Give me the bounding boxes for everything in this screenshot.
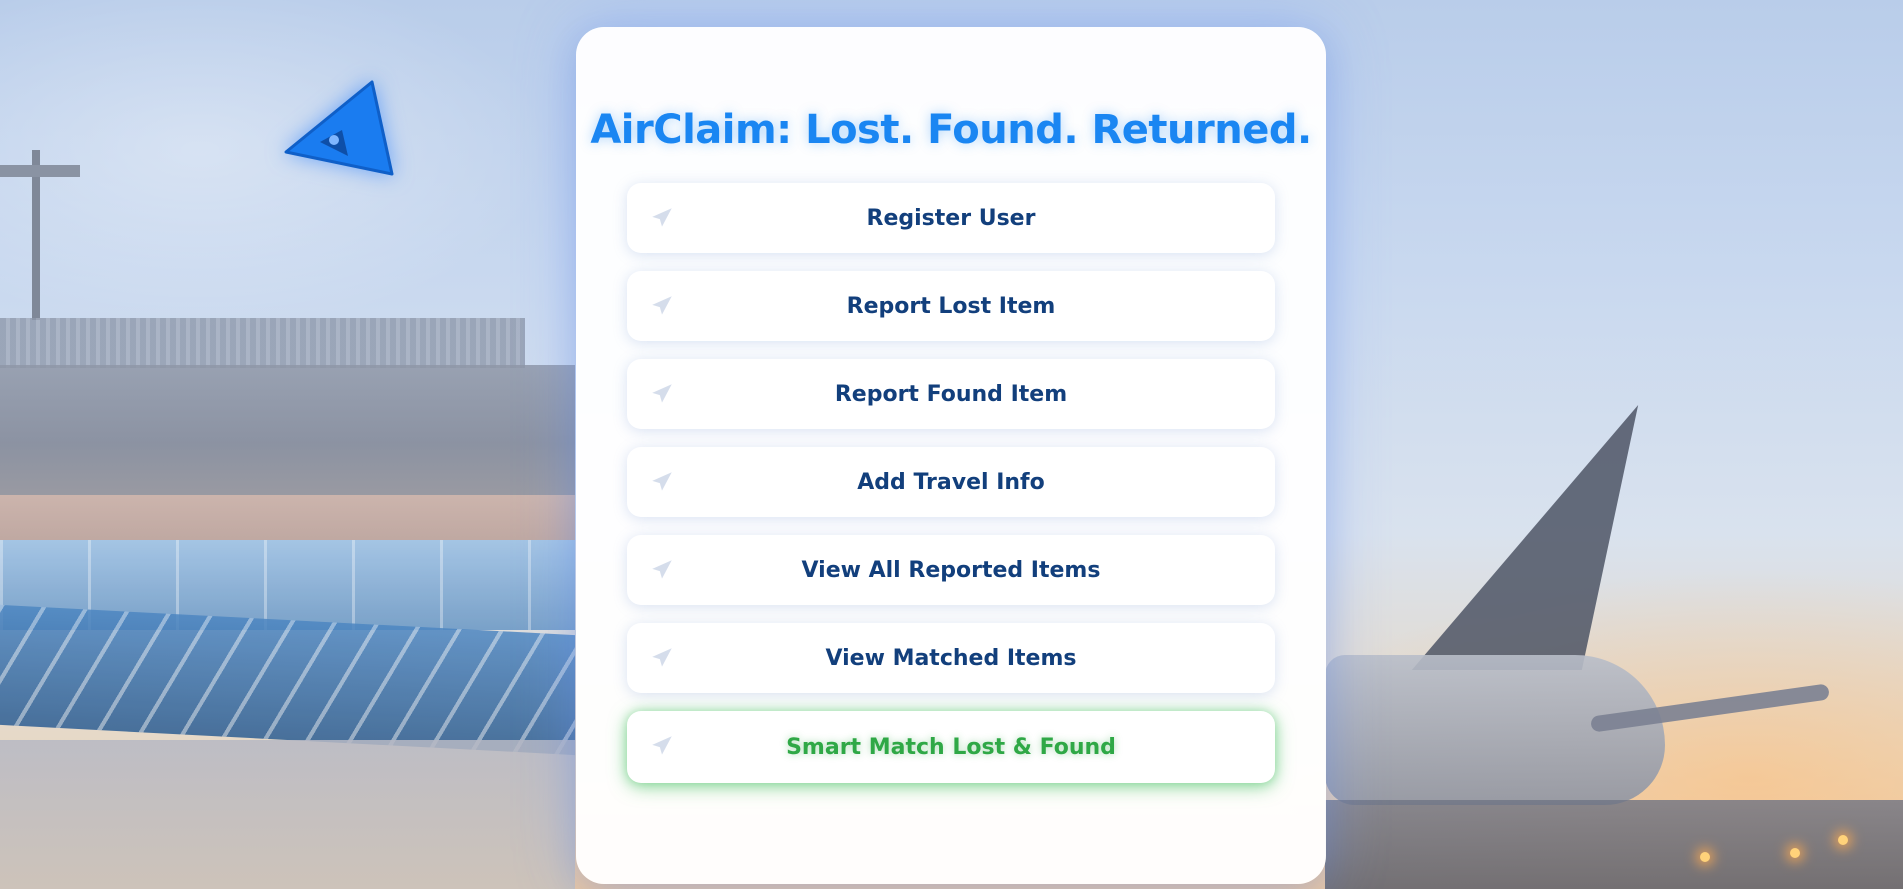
apron-right: [1325, 800, 1903, 889]
page-background: AirClaim: Lost. Found. Returned. Registe…: [0, 0, 1903, 889]
airplane-body: [1325, 655, 1665, 805]
airplane-icon: [652, 736, 672, 755]
airplane-icon: [652, 296, 672, 315]
airplane-logo-icon: [284, 80, 394, 176]
register-user-button[interactable]: Register User: [627, 183, 1275, 253]
terminal-roof: [0, 365, 575, 495]
smart-match-button[interactable]: Smart Match Lost & Found: [627, 711, 1275, 783]
page-title: AirClaim: Lost. Found. Returned.: [590, 107, 1312, 153]
view-all-reported-items-label: View All Reported Items: [801, 557, 1101, 583]
runway-light: [1790, 848, 1800, 858]
terminal-parapet: [0, 318, 525, 368]
register-user-label: Register User: [866, 205, 1036, 231]
ground-left: [0, 740, 575, 889]
airplane-icon: [652, 472, 672, 491]
view-matched-items-label: View Matched Items: [825, 645, 1077, 671]
airplane-icon: [652, 648, 672, 667]
report-found-item-button[interactable]: Report Found Item: [627, 359, 1275, 429]
terminal-band: [0, 495, 575, 540]
report-lost-item-label: Report Lost Item: [846, 293, 1056, 319]
add-travel-info-button[interactable]: Add Travel Info: [627, 447, 1275, 517]
report-found-item-label: Report Found Item: [834, 381, 1068, 407]
main-menu: Register User Report Lost Item Report Fo…: [627, 183, 1275, 801]
airplane-icon: [652, 384, 672, 403]
smart-match-label: Smart Match Lost & Found: [786, 734, 1116, 760]
runway-light: [1838, 835, 1848, 845]
add-travel-info-label: Add Travel Info: [857, 469, 1045, 495]
light-mast-bar: [0, 165, 80, 177]
main-menu-card: AirClaim: Lost. Found. Returned. Registe…: [576, 27, 1326, 884]
report-lost-item-button[interactable]: Report Lost Item: [627, 271, 1275, 341]
view-matched-items-button[interactable]: View Matched Items: [627, 623, 1275, 693]
airplane-icon: [652, 560, 672, 579]
runway-light: [1700, 852, 1710, 862]
view-all-reported-items-button[interactable]: View All Reported Items: [627, 535, 1275, 605]
airplane-icon: [652, 208, 672, 227]
